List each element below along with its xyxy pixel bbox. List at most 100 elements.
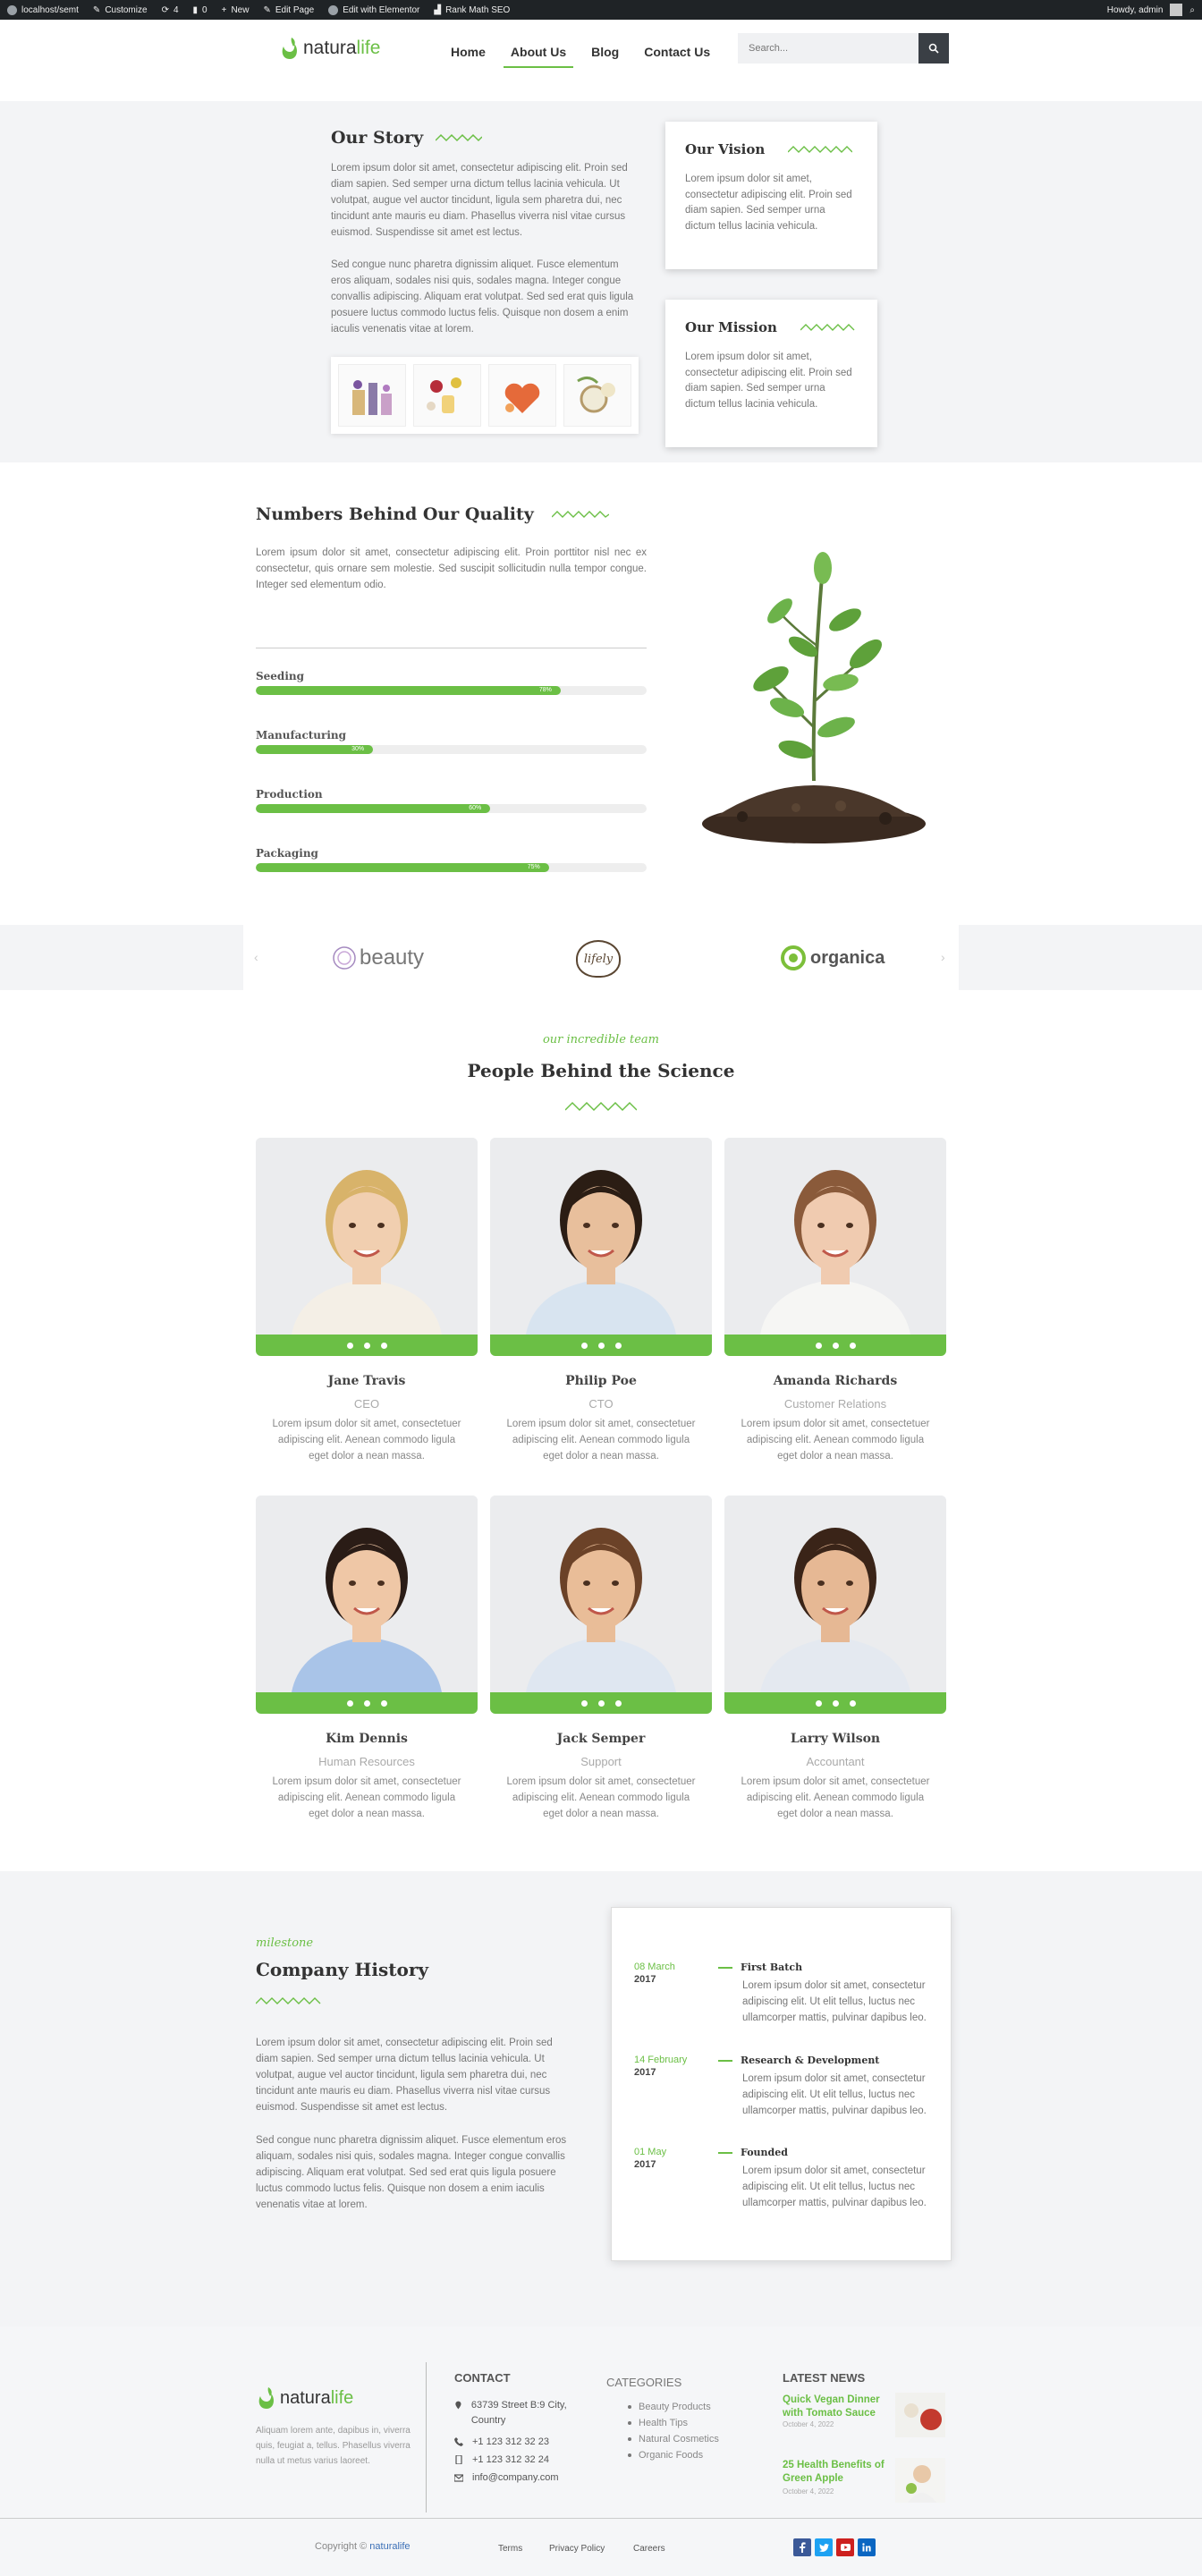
progress-percent: 75% xyxy=(527,864,540,870)
email-icon[interactable] xyxy=(380,1342,387,1349)
plant-image xyxy=(702,552,926,843)
product-gallery xyxy=(331,357,639,434)
updates-item[interactable]: ⟳ 4 xyxy=(162,5,179,15)
facebook-icon[interactable] xyxy=(815,1699,822,1707)
facebook-icon[interactable] xyxy=(580,1342,588,1349)
phone-2-text[interactable]: +1 123 312 32 24 xyxy=(472,2453,549,2468)
team-member-photo xyxy=(256,1496,478,1692)
footer-link-careers[interactable]: Careers xyxy=(633,2544,665,2554)
member-name: Amanda Richards xyxy=(773,1374,898,1388)
member-role: Accountant xyxy=(806,1755,865,1768)
gallery-thumb[interactable] xyxy=(413,364,481,427)
team-member-photo xyxy=(724,1496,946,1692)
twitter-icon[interactable] xyxy=(597,1342,605,1349)
progress-label: Manufacturing xyxy=(256,729,347,741)
gallery-thumb[interactable] xyxy=(563,364,631,427)
new-item[interactable]: + New xyxy=(222,5,250,15)
news-thumbnail[interactable] xyxy=(895,2393,945,2437)
twitter-icon[interactable] xyxy=(363,1699,370,1707)
category-link[interactable]: Beauty Products xyxy=(628,2402,711,2412)
progress-fill xyxy=(256,686,561,695)
twitter-icon[interactable] xyxy=(597,1699,605,1707)
team-member-card: Jack Semper Support Lorem ipsum dolor sit … xyxy=(490,1496,712,1822)
timeline-title: First Batch xyxy=(741,1962,803,1973)
story-paragraph-2: Sed congue nunc pharetra dignissim aliqu… xyxy=(331,259,634,335)
search-input[interactable] xyxy=(738,33,918,64)
progress-percent: 30% xyxy=(351,746,365,752)
linkedin-icon[interactable] xyxy=(858,2538,876,2556)
category-link[interactable]: Health Tips xyxy=(628,2418,688,2428)
logo-text-natura: natura xyxy=(303,38,357,58)
facebook-icon[interactable] xyxy=(815,1342,822,1349)
copyright-brand-link[interactable]: naturalife xyxy=(369,2541,410,2552)
category-link[interactable]: Organic Foods xyxy=(628,2450,703,2461)
footer-link-privacy[interactable]: Privacy Policy xyxy=(549,2544,605,2554)
nav-home[interactable]: Home xyxy=(438,39,498,64)
phone-1-text[interactable]: +1 123 312 32 23 xyxy=(472,2435,549,2450)
email-icon[interactable] xyxy=(849,1699,856,1707)
gallery-thumb[interactable] xyxy=(338,364,406,427)
gallery-thumb[interactable] xyxy=(488,364,556,427)
facebook-icon[interactable] xyxy=(793,2538,811,2556)
comments-item[interactable]: ▮ 0 xyxy=(193,5,207,15)
vision-text: Lorem ipsum dolor sit amet, consectetur … xyxy=(685,174,852,232)
twitter-icon[interactable] xyxy=(815,2538,833,2556)
search-icon[interactable]: ⌕ xyxy=(1189,5,1195,15)
news-thumbnail[interactable] xyxy=(895,2458,945,2503)
progress-label: Production xyxy=(256,788,323,801)
facebook-icon[interactable] xyxy=(346,1342,353,1349)
category-link[interactable]: Natural Cosmetics xyxy=(628,2434,719,2445)
member-role: Customer Relations xyxy=(783,1397,887,1411)
vision-heading: Our Vision xyxy=(685,141,858,157)
team-member-card: Philip Poe CTO Lorem ipsum dolor sit amet,… xyxy=(490,1138,712,1464)
nav-blog[interactable]: Blog xyxy=(579,39,631,64)
member-name: Jane Travis xyxy=(327,1374,406,1388)
elementor-item[interactable]: Edit with Elementor xyxy=(328,4,420,15)
news-item-title[interactable]: Quick Vegan Dinner with Tomato Sauce xyxy=(783,2394,890,2420)
facebook-icon[interactable] xyxy=(346,1699,353,1707)
news-item-title[interactable]: 25 Health Benefits of Green Apple xyxy=(783,2459,890,2486)
partner-logo-organica[interactable]: organica xyxy=(780,937,885,979)
partner-logo-lifely[interactable]: lifely xyxy=(576,938,621,979)
search-form xyxy=(738,33,949,64)
mission-card: Our Mission Lorem ipsum dolor sit amet, … xyxy=(665,300,877,447)
twitter-icon[interactable] xyxy=(832,1342,839,1349)
email-text[interactable]: info@company.com xyxy=(472,2470,559,2486)
email-icon[interactable] xyxy=(614,1342,622,1349)
team-member-photo xyxy=(256,1138,478,1335)
timeline-date: 01 May xyxy=(634,2147,667,2157)
progress-track: 60% xyxy=(256,804,647,813)
twitter-icon[interactable] xyxy=(363,1342,370,1349)
youtube-icon[interactable] xyxy=(836,2538,854,2556)
footer-link-terms[interactable]: Terms xyxy=(498,2544,522,2554)
rankmath-item[interactable]: ▟ Rank Math SEO xyxy=(434,5,510,15)
email-icon[interactable] xyxy=(380,1699,387,1707)
logo-text-life: life xyxy=(356,38,381,58)
search-button[interactable] xyxy=(918,33,949,64)
email-icon[interactable] xyxy=(614,1699,622,1707)
twitter-icon[interactable] xyxy=(832,1699,839,1707)
mission-text: Lorem ipsum dolor sit amet, consectetur … xyxy=(685,352,852,410)
chevron-right-icon[interactable]: › xyxy=(941,950,945,964)
timeline-date: 14 February xyxy=(634,2055,688,2065)
site-header: natura life Home About Us Blog Contact Us xyxy=(0,20,1202,101)
wp-logo-item[interactable]: localhost/semt xyxy=(7,4,79,15)
howdy-label[interactable]: Howdy, admin xyxy=(1107,5,1164,15)
facebook-icon[interactable] xyxy=(580,1699,588,1707)
email-icon[interactable] xyxy=(849,1342,856,1349)
new-label: New xyxy=(231,4,250,15)
partner-logo-beauty[interactable]: beauty xyxy=(331,937,424,979)
site-logo[interactable]: natura life xyxy=(279,36,380,61)
nav-contact-us[interactable]: Contact Us xyxy=(631,39,723,64)
contact-phone-1: +1 123 312 32 23 xyxy=(454,2435,549,2450)
social-links xyxy=(490,1335,712,1356)
social-links xyxy=(490,1692,712,1714)
customize-item[interactable]: ✎ Customize xyxy=(93,5,148,15)
avatar[interactable] xyxy=(1170,4,1183,16)
chevron-left-icon[interactable]: ‹ xyxy=(254,950,258,964)
edit-page-item[interactable]: ✎ Edit Page xyxy=(263,5,314,15)
portrait-image xyxy=(490,1138,712,1335)
elementor-label: Edit with Elementor xyxy=(343,4,420,15)
footer-logo[interactable]: natura life xyxy=(256,2385,353,2411)
nav-about-us[interactable]: About Us xyxy=(498,39,579,68)
